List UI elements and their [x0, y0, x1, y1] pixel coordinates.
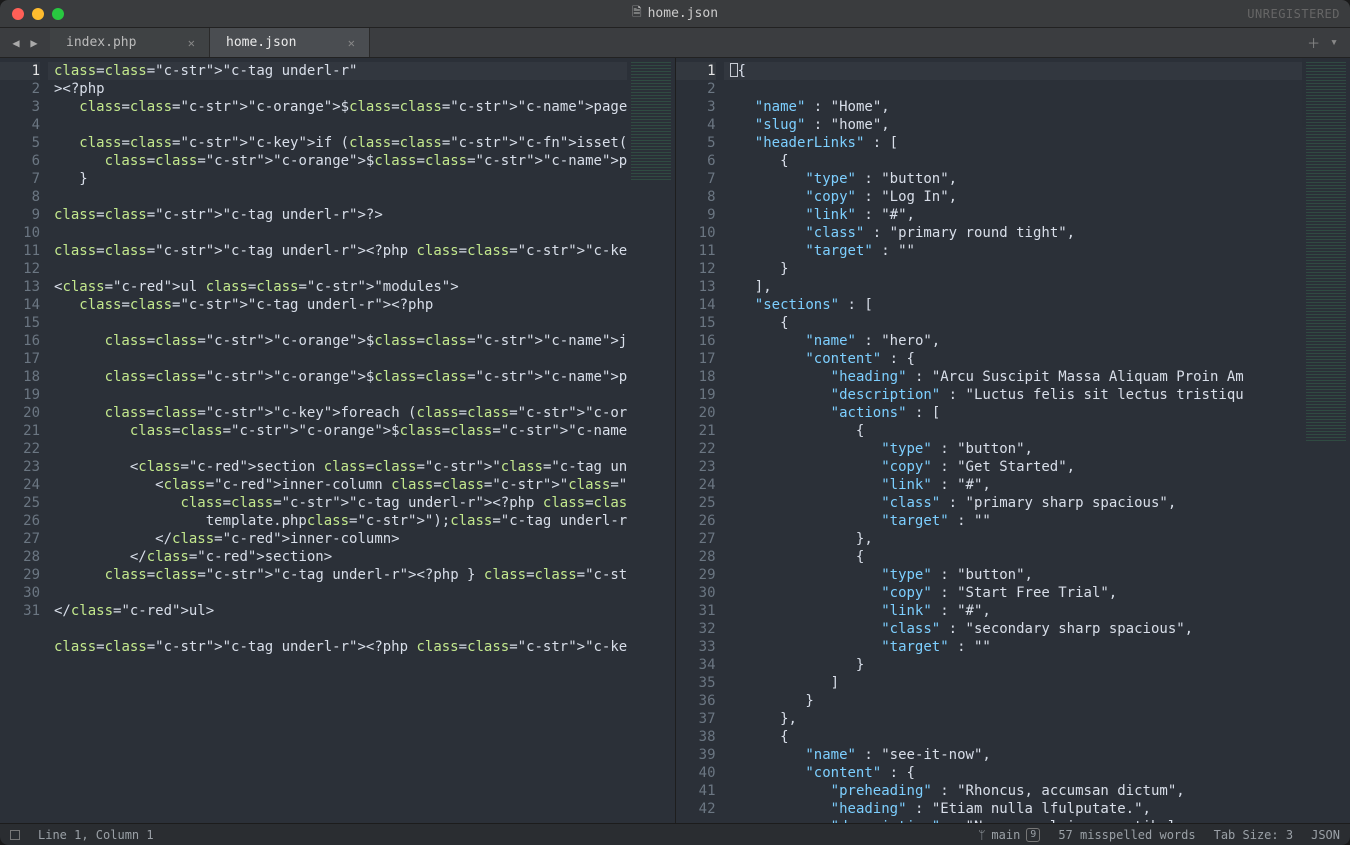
- tab-index-php[interactable]: index.php ✕: [50, 28, 210, 57]
- status-indicator-icon[interactable]: [10, 830, 20, 840]
- code-left[interactable]: class=class="c-str">"c-tag underl-r"><?p…: [48, 58, 627, 823]
- nav-back-icon[interactable]: ◀: [8, 36, 24, 50]
- branch-count: 9: [1026, 828, 1040, 842]
- editor-panes: 1234567891011121314151617181920212223242…: [0, 58, 1350, 823]
- branch-name: main: [991, 828, 1020, 842]
- spell-check[interactable]: 57 misspelled words: [1058, 828, 1195, 842]
- window-title-text: home.json: [648, 6, 718, 21]
- titlebar: 🗎 home.json UNREGISTERED: [0, 0, 1350, 28]
- syntax-mode[interactable]: JSON: [1311, 828, 1340, 842]
- unregistered-label: UNREGISTERED: [1247, 7, 1340, 21]
- cursor-position[interactable]: Line 1, Column 1: [38, 828, 154, 842]
- window-controls: [0, 8, 64, 20]
- status-bar: Line 1, Column 1 ᛘ main 9 57 misspelled …: [0, 823, 1350, 845]
- tab-label: home.json: [226, 35, 296, 50]
- gutter-left: 1234567891011121314151617181920212223242…: [0, 58, 48, 823]
- close-window-icon[interactable]: [12, 8, 24, 20]
- editor-pane-right[interactable]: 1234567891011121314151617181920212223242…: [675, 58, 1350, 823]
- close-tab-icon[interactable]: ✕: [188, 36, 195, 50]
- tab-size[interactable]: Tab Size: 3: [1214, 828, 1293, 842]
- file-icon: 🗎: [632, 3, 642, 24]
- window-title: 🗎 home.json: [0, 3, 1350, 24]
- minimap-right[interactable]: [1302, 58, 1350, 823]
- minimize-window-icon[interactable]: [32, 8, 44, 20]
- tab-label: index.php: [66, 35, 136, 50]
- branch-icon: ᛘ: [978, 828, 985, 842]
- nav-forward-icon[interactable]: ▶: [26, 36, 42, 50]
- close-tab-icon[interactable]: ✕: [348, 36, 355, 50]
- editor-pane-left[interactable]: 1234567891011121314151617181920212223242…: [0, 58, 675, 823]
- maximize-window-icon[interactable]: [52, 8, 64, 20]
- gutter-right: 1234567891011121314151617181920212223242…: [676, 58, 724, 823]
- minimap-left[interactable]: [627, 58, 675, 823]
- git-branch[interactable]: ᛘ main 9: [978, 828, 1040, 842]
- tab-bar: ◀ ▶ index.php ✕ home.json ✕ ＋ ▾: [0, 28, 1350, 58]
- tab-menu-icon[interactable]: ▾: [1330, 35, 1338, 50]
- code-right[interactable]: { "name" : "Home", "slug" : "home", "hea…: [724, 58, 1303, 823]
- tab-home-json[interactable]: home.json ✕: [210, 28, 370, 57]
- new-tab-icon[interactable]: ＋: [1307, 33, 1320, 52]
